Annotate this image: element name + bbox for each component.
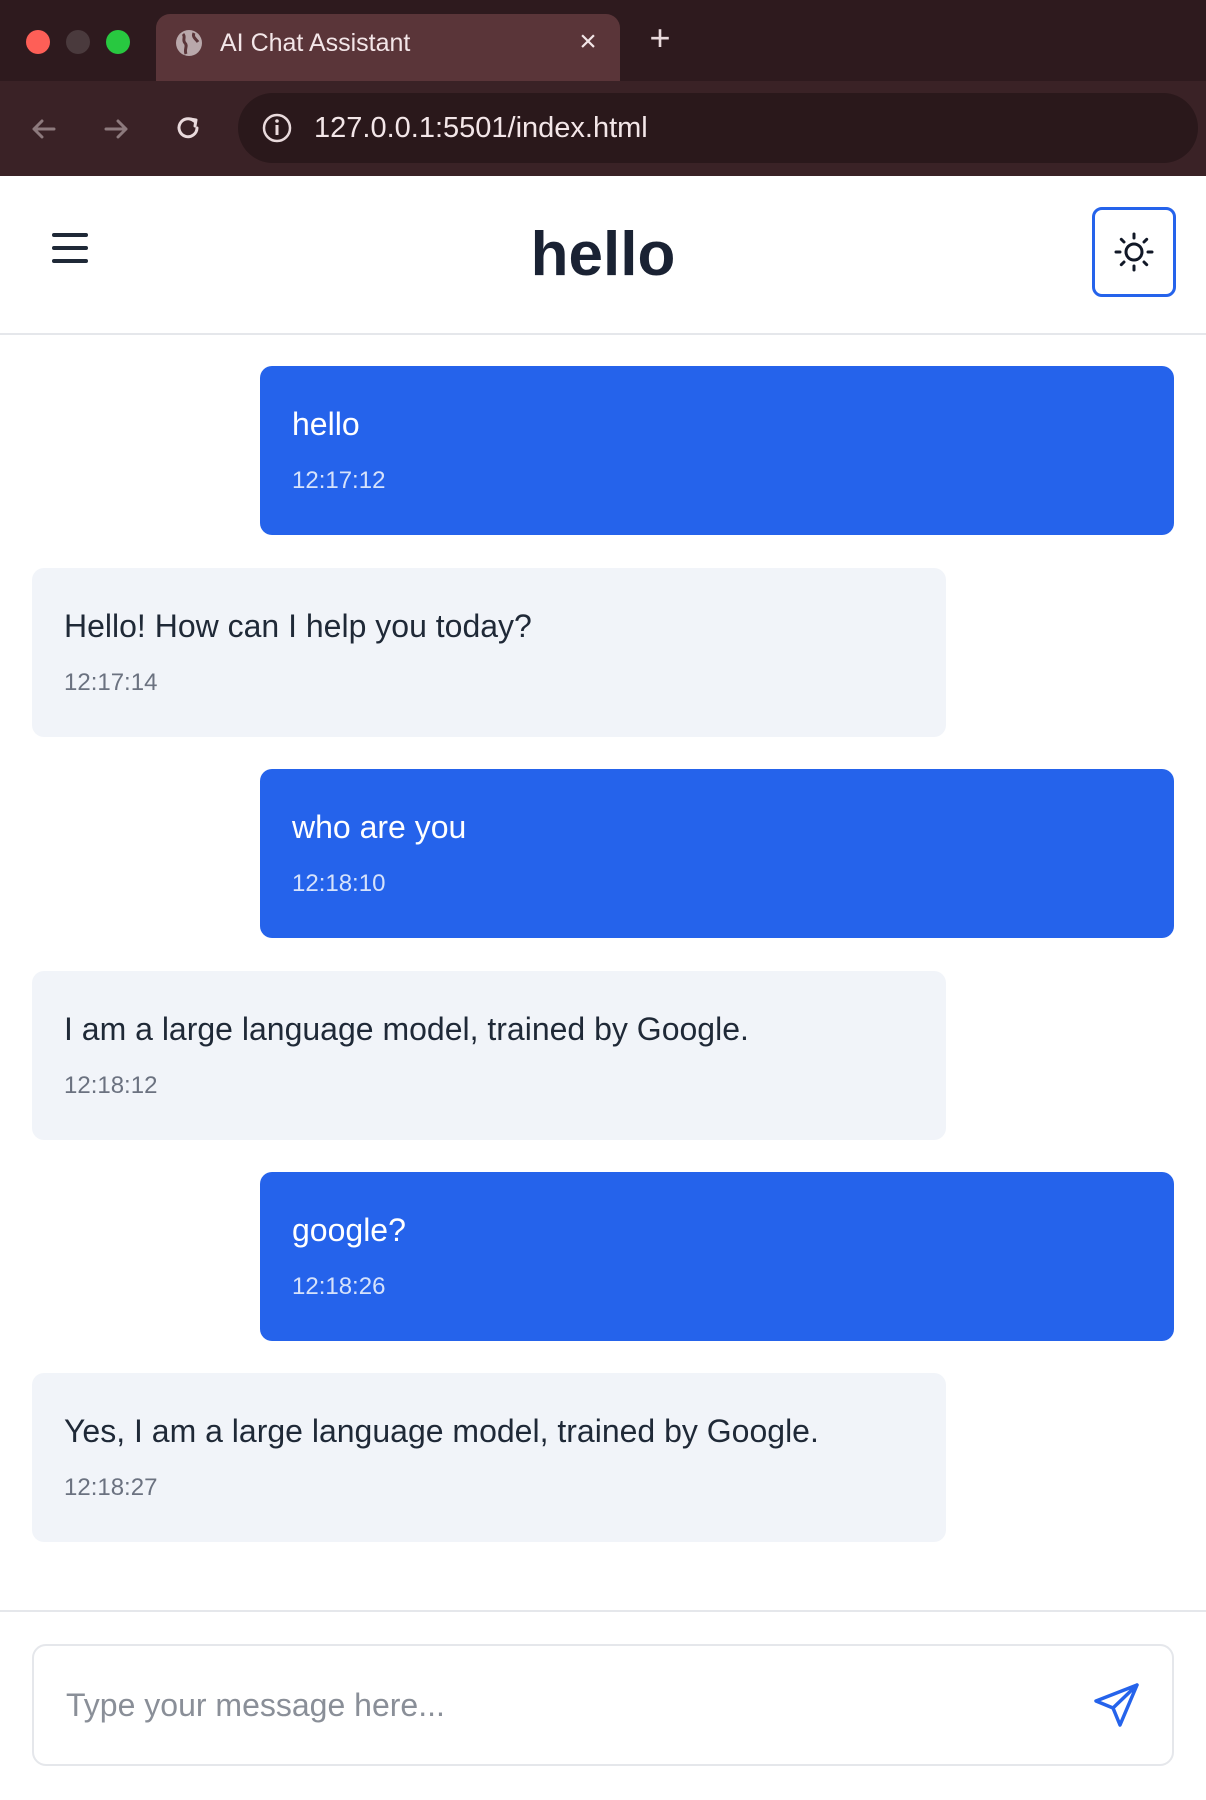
page-title: hello (530, 220, 676, 289)
input-container (32, 1644, 1174, 1766)
theme-toggle-button[interactable] (1092, 207, 1176, 297)
user-message: google? 12:18:26 (260, 1172, 1174, 1341)
message-text: who are you (292, 809, 467, 845)
browser-toolbar: 127.0.0.1:5501/index.html (0, 81, 1206, 176)
globe-icon (176, 30, 202, 56)
message-input[interactable] (34, 1646, 1074, 1764)
assistant-message: Yes, I am a large language model, traine… (32, 1373, 946, 1542)
maximize-window-button[interactable] (106, 30, 130, 54)
message-timestamp: 12:18:10 (292, 870, 386, 897)
tab-close-icon[interactable]: × (572, 26, 604, 58)
chat-app: hello hello 12:17:12 Hello! How can I he… (0, 176, 1206, 1800)
url-text: 127.0.0.1:5501/index.html (314, 112, 648, 144)
tab-title: AI Chat Assistant (220, 29, 411, 57)
app-header: hello (0, 176, 1206, 335)
close-window-button[interactable] (26, 30, 50, 54)
message-text: hello (292, 406, 360, 442)
assistant-message: I am a large language model, trained by … (32, 971, 946, 1140)
sun-icon (1114, 232, 1154, 272)
user-message: hello 12:17:12 (260, 366, 1174, 535)
forward-arrow-icon[interactable] (98, 111, 134, 147)
browser-tab-strip: AI Chat Assistant × + (0, 0, 1206, 81)
message-timestamp: 12:17:14 (64, 669, 158, 696)
assistant-message: Hello! How can I help you today? 12:17:1… (32, 568, 946, 737)
message-composer (0, 1610, 1206, 1800)
site-info-icon[interactable] (260, 111, 294, 145)
new-tab-button[interactable]: + (644, 20, 676, 56)
message-text: Yes, I am a large language model, traine… (64, 1413, 819, 1449)
minimize-window-button[interactable] (66, 30, 90, 54)
send-paper-plane-icon[interactable] (1092, 1680, 1142, 1730)
address-bar[interactable]: 127.0.0.1:5501/index.html (238, 93, 1198, 163)
message-timestamp: 12:18:27 (64, 1474, 158, 1501)
user-message: who are you 12:18:10 (260, 769, 1174, 938)
back-arrow-icon[interactable] (26, 111, 62, 147)
browser-tab[interactable]: AI Chat Assistant × (156, 14, 620, 81)
reload-icon[interactable] (170, 111, 206, 147)
message-text: Hello! How can I help you today? (64, 608, 532, 644)
message-timestamp: 12:17:12 (292, 467, 386, 494)
message-text: google? (292, 1212, 406, 1248)
message-timestamp: 12:18:26 (292, 1273, 386, 1300)
message-timestamp: 12:18:12 (64, 1072, 158, 1099)
message-text: I am a large language model, trained by … (64, 1011, 749, 1047)
message-list: hello 12:17:12 Hello! How can I help you… (0, 337, 1206, 1607)
